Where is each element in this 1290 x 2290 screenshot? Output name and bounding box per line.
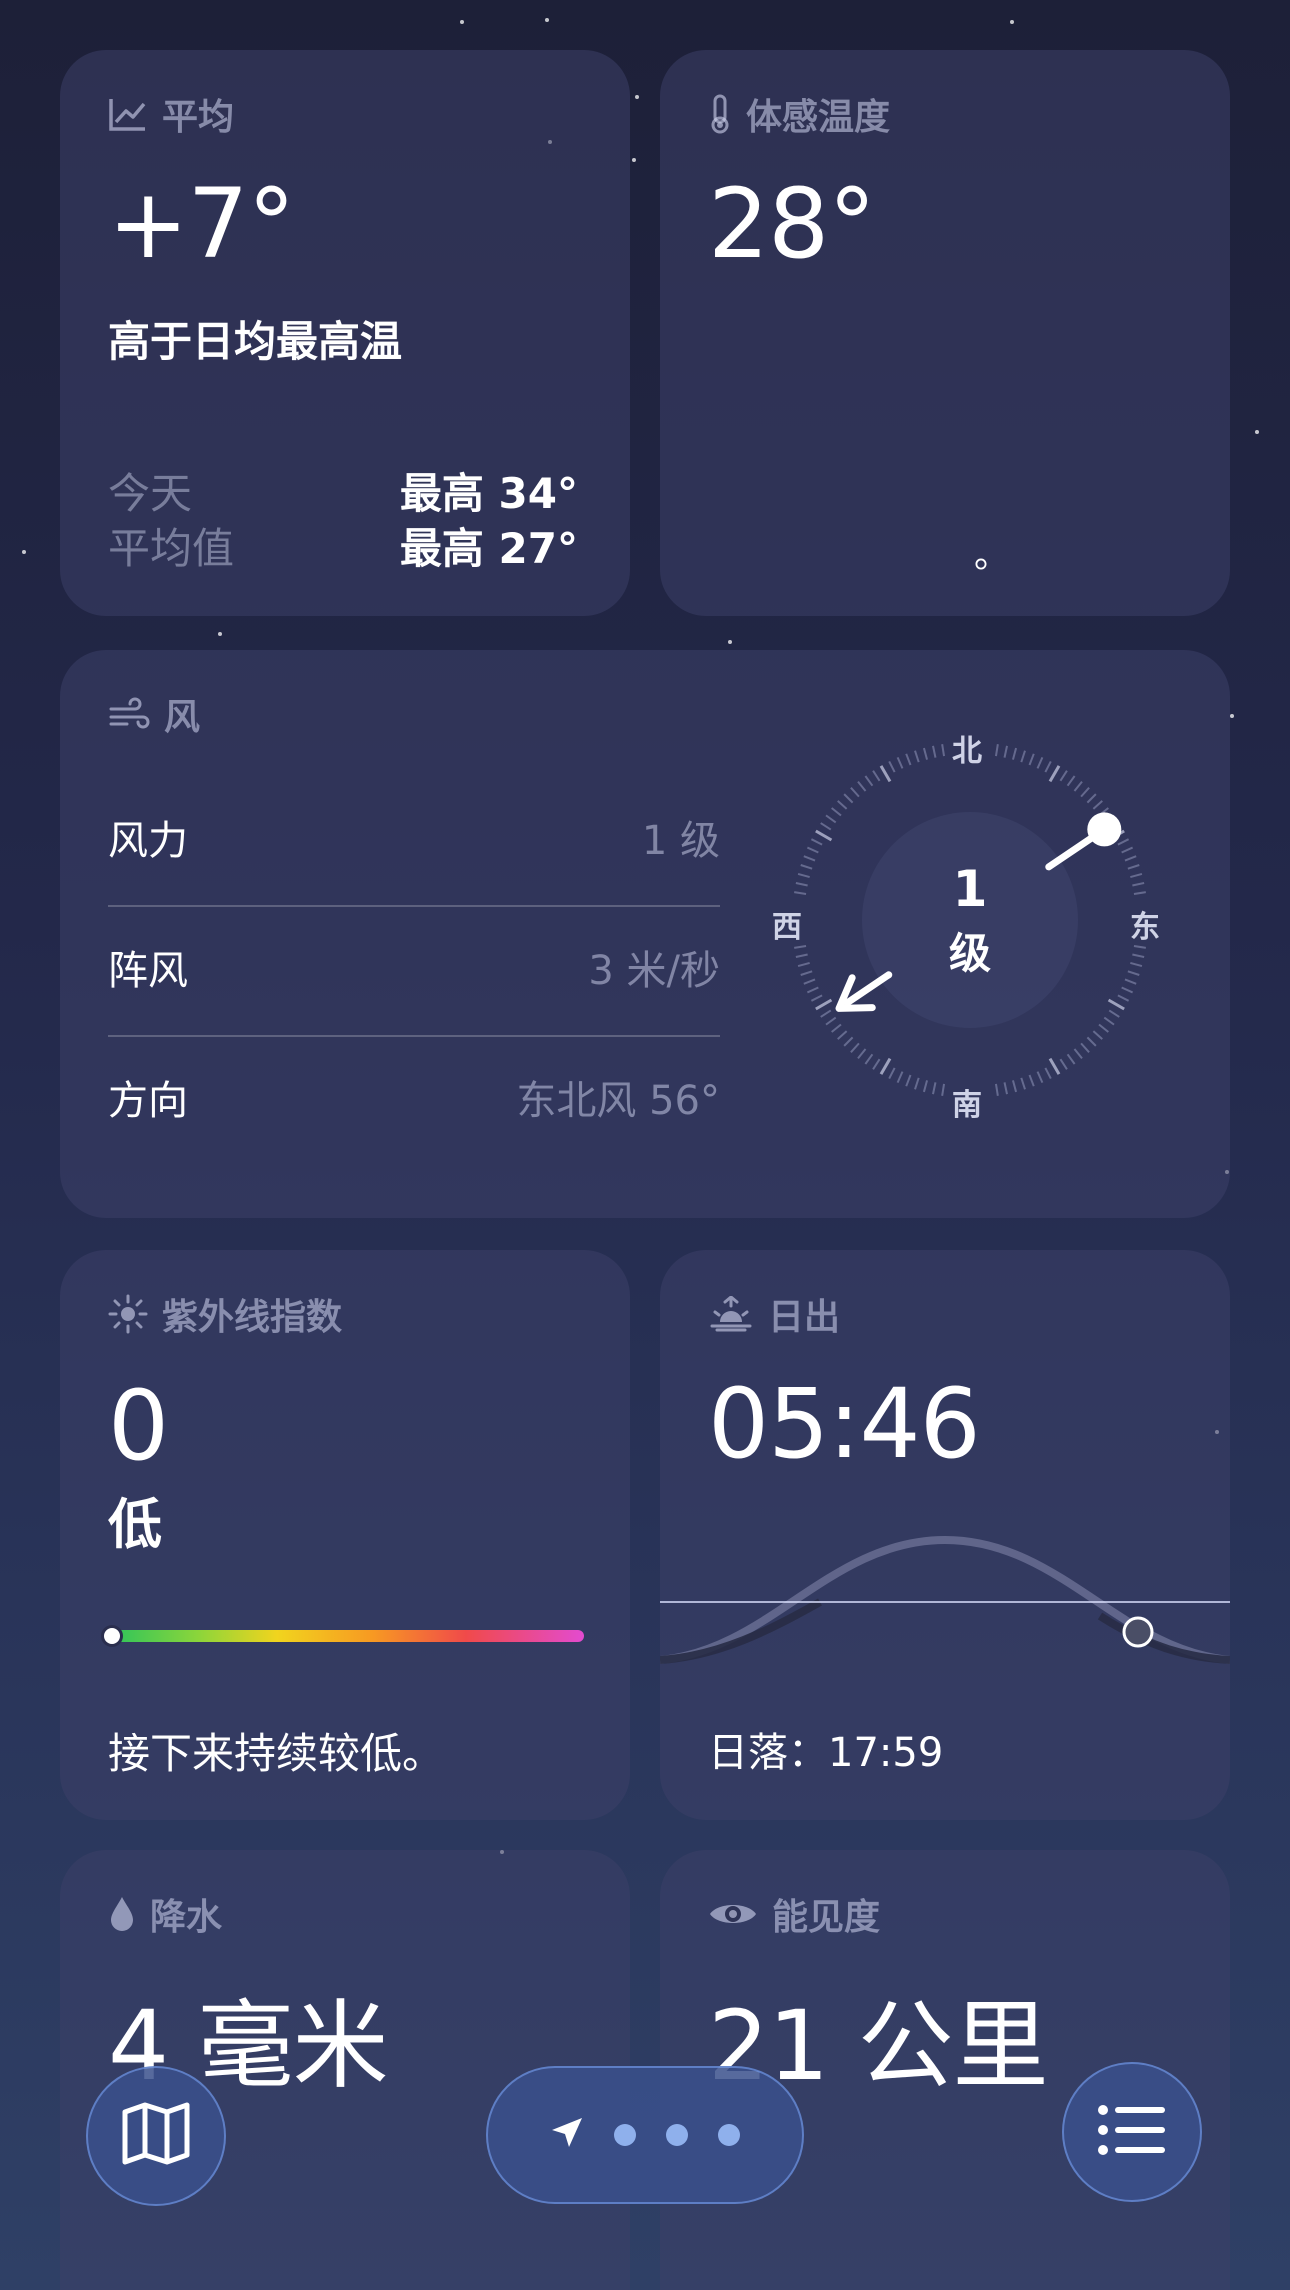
wind-row-direction: 方向 东北风 56° [108, 1032, 720, 1162]
wind-row-label: 方向 [108, 1078, 188, 1124]
feels-like-title: 体感温度 [746, 97, 891, 138]
eye-icon [708, 1898, 758, 1930]
compass-level-unit: 级 [948, 929, 991, 978]
map-icon [121, 2102, 191, 2170]
sun-icon [108, 1294, 148, 1334]
average-value: +7° [108, 168, 296, 280]
average-row-today: 今天 最高 34° [108, 460, 578, 521]
average-card[interactable]: 平均 +7° 高于日均最高温 今天 最高 34° 平均值 最高 27° [60, 50, 630, 616]
feels-like-header: 体感温度 [708, 88, 890, 140]
average-description: 高于日均最高温 [108, 317, 403, 366]
uv-indicator [104, 1628, 120, 1644]
sunset-label: 日落：17:59 [708, 1730, 944, 1776]
sun-path-chart [660, 1535, 1230, 1664]
average-row-average: 平均值 最高 27° [108, 515, 578, 576]
wind-card[interactable]: 风 风力 1 级 阵风 3 米/秒 方向 东北风 56° 北 南 东 西 1 级 [60, 650, 1230, 1218]
page-indicator[interactable] [486, 2066, 804, 2204]
raindrop-icon [108, 1895, 136, 1933]
wind-header: 风 [108, 688, 200, 740]
wind-row-value: 1 级 [641, 818, 720, 864]
wind-compass: 北 南 东 西 1 级 [770, 720, 1170, 1123]
uv-header: 紫外线指数 [108, 1288, 342, 1340]
sunrise-title: 日出 [768, 1297, 841, 1338]
average-row-label: 今天 [108, 469, 193, 518]
uv-card[interactable]: 紫外线指数 0 低 接下来持续较低。 [60, 1250, 630, 1820]
list-icon [1097, 2104, 1167, 2160]
average-row-value: 最高 34° [399, 469, 578, 518]
page-dot[interactable] [666, 2124, 688, 2146]
wind-title: 风 [164, 697, 201, 738]
average-title: 平均 [162, 97, 235, 138]
wind-row-label: 风力 [108, 818, 188, 864]
compass-level-number: 1 [952, 860, 988, 918]
wind-row-value: 东北风 56° [516, 1078, 720, 1124]
sunrise-header: 日出 [708, 1288, 840, 1340]
compass-north: 北 [952, 734, 982, 769]
uv-value: 0 [108, 1370, 169, 1482]
average-row-label: 平均值 [108, 524, 235, 573]
wind-row-force: 风力 1 级 [108, 772, 720, 902]
wind-row-gust: 阵风 3 米/秒 [108, 902, 720, 1032]
wind-row-label: 阵风 [108, 948, 188, 994]
wind-row-value: 3 米/秒 [588, 948, 720, 994]
average-header: 平均 [108, 88, 234, 140]
uv-description: 接下来持续较低。 [108, 1729, 445, 1778]
wind-icon [108, 697, 150, 731]
wind-needle-origin [1087, 812, 1122, 847]
feels-like-card[interactable]: 体感温度 28° 。 [660, 50, 1230, 616]
location-arrow-icon[interactable] [550, 2116, 584, 2154]
uv-scale-bar [104, 1628, 584, 1644]
page-dot[interactable] [718, 2124, 740, 2146]
visibility-header: 能见度 [708, 1888, 880, 1940]
page-dot[interactable] [614, 2124, 636, 2146]
thermometer-icon [708, 94, 732, 134]
chart-trend-icon [108, 96, 148, 132]
average-row-value: 最高 27° [399, 524, 578, 573]
visibility-title: 能见度 [772, 1897, 881, 1938]
precipitation-title: 降水 [150, 1897, 223, 1938]
precipitation-header: 降水 [108, 1888, 222, 1940]
feels-like-value: 28° [708, 168, 876, 280]
uv-title: 紫外线指数 [162, 1297, 343, 1338]
list-button[interactable] [1062, 2062, 1202, 2202]
map-button[interactable] [86, 2066, 226, 2206]
compass-south: 南 [952, 1088, 982, 1123]
sunrise-card[interactable]: 日出 05:46 日落：17:59 [660, 1250, 1230, 1820]
uv-level: 低 [108, 1493, 162, 1556]
sun-position-marker [1122, 1616, 1154, 1648]
sunrise-time: 05:46 [708, 1368, 981, 1480]
feels-like-note: 。 [974, 535, 1011, 576]
sunrise-icon [708, 1296, 754, 1332]
